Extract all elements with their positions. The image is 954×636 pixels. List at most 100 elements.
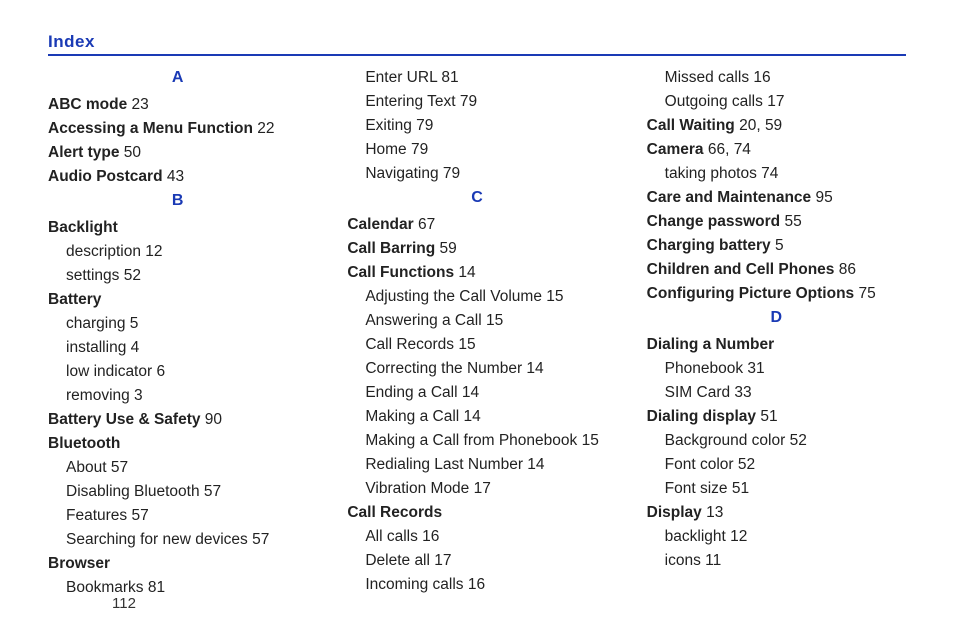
index-subterm: Features <box>66 507 127 524</box>
index-letter: A <box>48 66 307 91</box>
index-entry-main: Care and Maintenance 95 <box>647 186 906 210</box>
index-entry-main: Change password 55 <box>647 210 906 234</box>
index-entry-sub: Adjusting the Call Volume 15 <box>347 285 606 309</box>
index-entry-sub: Vibration Mode 17 <box>347 477 606 501</box>
index-subterm: removing <box>66 387 130 404</box>
index-subterm: icons <box>665 552 701 569</box>
index-term: Care and Maintenance <box>647 189 812 206</box>
index-entry-main: Browser <box>48 552 307 576</box>
index-subterm: About <box>66 459 107 476</box>
index-subterm: SIM Card <box>665 384 730 401</box>
index-subterm: Making a Call <box>365 408 459 425</box>
index-term: Dialing a Number <box>647 336 774 353</box>
index-page: 75 <box>854 285 876 302</box>
index-page: 11 <box>701 552 721 569</box>
index-page: 74 <box>757 165 779 182</box>
index-page: 12 <box>726 528 748 545</box>
index-page: 16 <box>418 528 440 545</box>
index-entry-sub: Making a Call 14 <box>347 405 606 429</box>
index-entry-sub: Disabling Bluetooth 57 <box>48 480 307 504</box>
index-term: Calendar <box>347 216 413 233</box>
index-entry-sub: Ending a Call 14 <box>347 381 606 405</box>
index-page: 81 <box>437 69 459 86</box>
index-entry-main: Children and Cell Phones 86 <box>647 258 906 282</box>
index-entry-sub: Font size 51 <box>647 477 906 501</box>
index-subterm: All calls <box>365 528 418 545</box>
index-entry-main: Battery <box>48 288 307 312</box>
index-page: 16 <box>464 576 486 593</box>
index-entry-sub: Searching for new devices 57 <box>48 528 307 552</box>
index-term: Configuring Picture Options <box>647 285 855 302</box>
index-entry-main: Dialing display 51 <box>647 405 906 429</box>
index-entry-main: Call Barring 59 <box>347 237 606 261</box>
index-page: 15 <box>454 336 476 353</box>
index-subterm: Font color <box>665 456 734 473</box>
index-entry-main: Call Waiting 20, 59 <box>647 114 906 138</box>
index-columns: AABC mode 23Accessing a Menu Function 22… <box>48 66 906 600</box>
index-term: Camera <box>647 141 704 158</box>
index-term: Call Records <box>347 504 442 521</box>
index-entry-sub: Call Records 15 <box>347 333 606 357</box>
index-page: 14 <box>523 456 545 473</box>
index-term: ABC mode <box>48 96 127 113</box>
index-entry-main: Backlight <box>48 216 307 240</box>
index-subterm: Missed calls <box>665 69 749 86</box>
index-entry-sub: removing 3 <box>48 384 307 408</box>
index-term: Call Barring <box>347 240 435 257</box>
index-entry-main: Charging battery 5 <box>647 234 906 258</box>
index-entry-sub: Home 79 <box>347 138 606 162</box>
index-entry-sub: Missed calls 16 <box>647 66 906 90</box>
index-entry-main: ABC mode 23 <box>48 93 307 117</box>
index-page: 5 <box>125 315 138 332</box>
index-subterm: Navigating <box>365 165 438 182</box>
index-page: 79 <box>456 93 478 110</box>
index-page: 52 <box>119 267 141 284</box>
index-page: 51 <box>756 408 778 425</box>
index-entry-sub: Redialing Last Number 14 <box>347 453 606 477</box>
index-page: 55 <box>780 213 802 230</box>
index-page: 23 <box>127 96 149 113</box>
index-subterm: Enter URL <box>365 69 437 86</box>
index-subterm: Phonebook <box>665 360 743 377</box>
index-entry-main: Call Records <box>347 501 606 525</box>
index-page: 57 <box>248 531 270 548</box>
index-entry-sub: Outgoing calls 17 <box>647 90 906 114</box>
index-page: 67 <box>414 216 436 233</box>
index-subterm: Exiting <box>365 117 412 134</box>
index-term: Browser <box>48 555 110 572</box>
index-entry-sub: taking photos 74 <box>647 162 906 186</box>
index-page: 17 <box>469 480 491 497</box>
index-term: Alert type <box>48 144 120 161</box>
index-term: Children and Cell Phones <box>647 261 835 278</box>
index-entry-main: Audio Postcard 43 <box>48 165 307 189</box>
index-page: 95 <box>811 189 833 206</box>
index-entry-sub: Exiting 79 <box>347 114 606 138</box>
index-entry-sub: Delete all 17 <box>347 549 606 573</box>
index-subterm: Incoming calls <box>365 576 463 593</box>
index-term: Dialing display <box>647 408 756 425</box>
index-subterm: Vibration Mode <box>365 480 469 497</box>
index-entry-sub: Correcting the Number 14 <box>347 357 606 381</box>
index-page: 15 <box>542 288 564 305</box>
index-term: Call Functions <box>347 264 454 281</box>
index-term: Accessing a Menu Function <box>48 120 253 137</box>
index-page: 14 <box>458 384 480 401</box>
index-page: 79 <box>439 165 461 182</box>
index-entry-sub: charging 5 <box>48 312 307 336</box>
column-3: Missed calls 16Outgoing calls 17Call Wai… <box>647 66 906 600</box>
index-page: 52 <box>734 456 756 473</box>
index-term: Display <box>647 504 702 521</box>
index-subterm: Call Records <box>365 336 454 353</box>
index-term: Backlight <box>48 219 118 236</box>
index-term: Battery <box>48 291 101 308</box>
index-page: 12 <box>141 243 163 260</box>
index-page: 81 <box>144 579 166 596</box>
index-entry-main: Dialing a Number <box>647 333 906 357</box>
index-entry-sub: Answering a Call 15 <box>347 309 606 333</box>
index-letter: B <box>48 189 307 214</box>
index-page: 14 <box>459 408 481 425</box>
index-page: 14 <box>522 360 544 377</box>
index-subterm: Bookmarks <box>66 579 144 596</box>
index-entry-sub: settings 52 <box>48 264 307 288</box>
index-page: 57 <box>107 459 129 476</box>
